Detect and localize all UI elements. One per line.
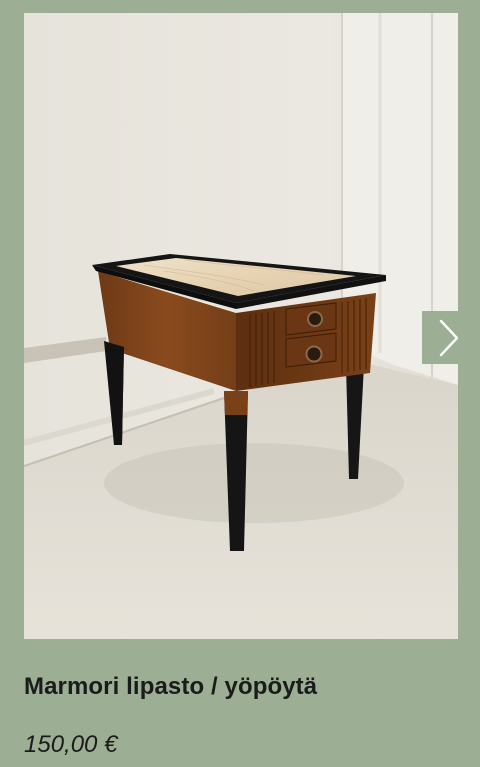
product-title[interactable]: Marmori lipasto / yöpöytä xyxy=(24,673,317,701)
product-photo[interactable] xyxy=(24,13,458,639)
product-photo-image xyxy=(24,13,458,639)
carousel-next-button[interactable] xyxy=(422,311,458,364)
product-price: 150,00 € xyxy=(24,731,118,758)
product-card: Marmori lipasto / yöpöytä 150,00 € xyxy=(0,0,480,767)
chevron-right-icon xyxy=(439,319,458,356)
